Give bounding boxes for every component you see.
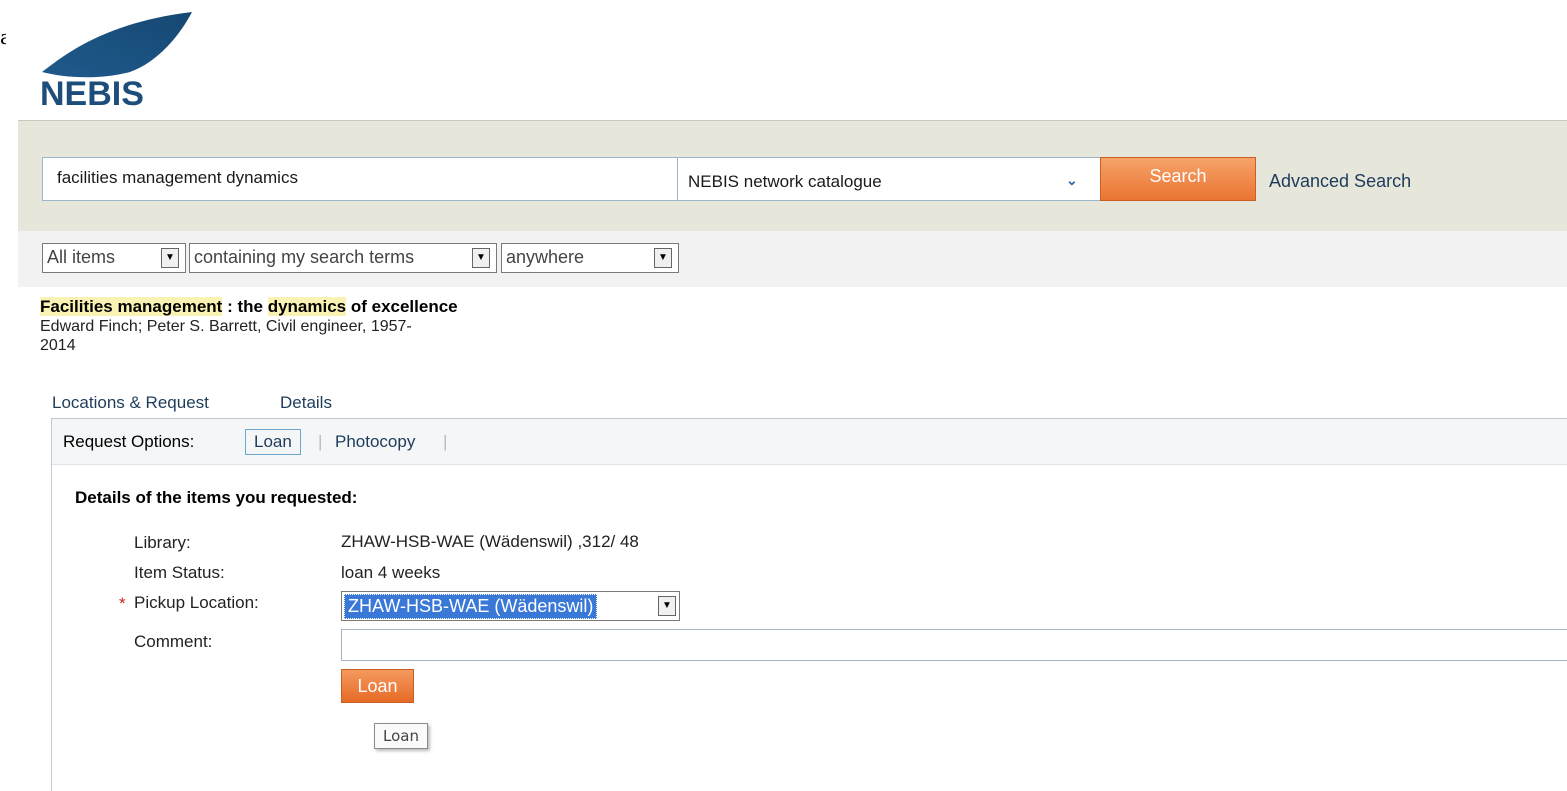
photocopy-option-tab[interactable]: Photocopy bbox=[335, 432, 415, 452]
loan-option-tab[interactable]: Loan bbox=[245, 429, 301, 455]
search-button[interactable]: Search bbox=[1100, 157, 1256, 201]
separator: | bbox=[318, 432, 323, 451]
nebis-logo-icon bbox=[42, 12, 192, 78]
field-select[interactable]: anywhere ▼ bbox=[501, 243, 679, 273]
item-type-select[interactable]: All items ▼ bbox=[42, 243, 186, 273]
match-value: containing my search terms bbox=[194, 247, 415, 267]
title-text: : the bbox=[222, 297, 268, 316]
pickup-location-label: Pickup Location: bbox=[134, 593, 259, 612]
library-label: Library: bbox=[134, 533, 191, 552]
match-select[interactable]: containing my search terms ▼ bbox=[189, 243, 497, 273]
required-marker: * bbox=[119, 594, 126, 613]
logo-wordmark[interactable]: NEBIS bbox=[40, 74, 144, 114]
scope-select[interactable]: NEBIS network catalogue bbox=[677, 157, 1101, 201]
item-status-label: Item Status: bbox=[134, 563, 225, 582]
advanced-search-link[interactable]: Advanced Search bbox=[1269, 171, 1411, 192]
library-value: ZHAW-HSB-WAE (Wädenswil) ,312/ 48 bbox=[341, 532, 639, 551]
title-text: of excellence bbox=[346, 297, 458, 316]
details-heading: Details of the items you requested: bbox=[75, 488, 358, 507]
tab-details[interactable]: Details bbox=[280, 393, 332, 413]
tab-locations-request[interactable]: Locations & Request bbox=[52, 393, 209, 413]
dropdown-arrow-icon[interactable]: ▼ bbox=[654, 248, 672, 268]
item-status-value: loan 4 weeks bbox=[341, 563, 441, 582]
title-highlight: Facilities management bbox=[40, 297, 223, 316]
comment-input[interactable] bbox=[341, 629, 1567, 661]
request-panel bbox=[51, 418, 1567, 791]
dropdown-arrow-icon[interactable]: ▼ bbox=[658, 596, 676, 616]
record-title[interactable]: Facilities management : the dynamics of … bbox=[40, 297, 458, 317]
loan-submit-button[interactable]: Loan bbox=[341, 669, 414, 703]
pickup-location-select[interactable]: ZHAW-HSB-WAE (Wädenswil) ▼ bbox=[341, 591, 680, 621]
dropdown-arrow-icon[interactable]: ▼ bbox=[472, 248, 490, 268]
chevron-down-icon: ⌄ bbox=[1066, 172, 1078, 188]
search-input[interactable]: facilities management dynamics bbox=[42, 157, 678, 201]
separator: | bbox=[443, 432, 448, 451]
loan-tooltip: Loan bbox=[374, 723, 428, 749]
stray-character: a bbox=[0, 25, 6, 49]
request-options-label: Request Options: bbox=[63, 432, 195, 451]
authors-text: Edward Finch; Peter S. Barrett, Civil en… bbox=[40, 318, 412, 335]
dropdown-arrow-icon[interactable]: ▼ bbox=[161, 248, 179, 268]
title-highlight: dynamics bbox=[267, 297, 347, 316]
pickup-location-value: ZHAW-HSB-WAE (Wädenswil) bbox=[344, 594, 598, 619]
comment-label: Comment: bbox=[134, 632, 213, 651]
record-authors: Edward Finch; Peter S. Barrett, Civil en… bbox=[40, 317, 560, 355]
item-type-value: All items bbox=[47, 247, 116, 267]
field-value: anywhere bbox=[506, 247, 585, 267]
publication-year: 2014 bbox=[40, 337, 76, 354]
